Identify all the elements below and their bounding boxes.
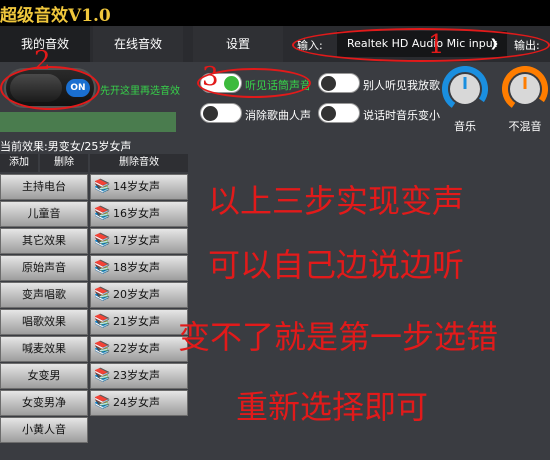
- switch-duck-music-label: 说话时音乐变小: [363, 109, 440, 122]
- category-item[interactable]: 喊麦效果: [0, 336, 88, 362]
- category-list: 主持电台 儿童音 其它效果 原始声音 变声唱歌 唱歌效果 喊麦效果 女变男 女变…: [0, 174, 88, 444]
- tab-online-effects[interactable]: 在线音效: [93, 26, 183, 62]
- book-icon: 📚: [94, 206, 111, 221]
- effect-item-label: 18岁女声: [113, 261, 160, 274]
- music-knob-label: 音乐: [454, 120, 476, 133]
- category-item[interactable]: 原始声音: [0, 255, 88, 281]
- switch-remove-vocals[interactable]: [200, 103, 242, 123]
- book-icon: 📚: [94, 179, 111, 194]
- category-item[interactable]: 变声唱歌: [0, 282, 88, 308]
- book-icon: 📚: [94, 341, 111, 356]
- switch-others-hear-music-label: 别人听见我放歌: [363, 79, 440, 92]
- effect-item[interactable]: 📚 22岁女声: [90, 336, 188, 362]
- book-icon: 📚: [94, 314, 111, 329]
- effect-item-label: 21岁女声: [113, 315, 160, 328]
- app-title: 超级音效V1.0: [0, 6, 111, 26]
- effect-item-label: 20岁女声: [113, 288, 160, 301]
- delete-effect-button[interactable]: 删除音效: [90, 154, 188, 172]
- effect-item-label: 23岁女声: [113, 369, 160, 382]
- category-item[interactable]: 女变男: [0, 363, 88, 389]
- add-button[interactable]: 添加: [0, 154, 38, 172]
- category-item[interactable]: 儿童音: [0, 201, 88, 227]
- annotation-number-2: 2: [34, 46, 51, 76]
- title-bar: 超级音效V1.0: [0, 0, 550, 26]
- effect-item[interactable]: 📚 20岁女声: [90, 282, 188, 308]
- annotation-line-1: 以上三步实现变声: [208, 182, 465, 220]
- switch-others-hear-music[interactable]: [318, 73, 360, 93]
- mix-knob-label: 不混音: [508, 120, 542, 133]
- effect-item[interactable]: 📚 24岁女声: [90, 390, 188, 416]
- effect-item-label: 14岁女声: [113, 180, 160, 193]
- category-item[interactable]: 唱歌效果: [0, 309, 88, 335]
- delete-button[interactable]: 删除: [40, 154, 88, 172]
- annotation-number-1: 1: [428, 30, 445, 60]
- book-icon: 📚: [94, 287, 111, 302]
- effect-item[interactable]: 📚 17岁女声: [90, 228, 188, 254]
- music-volume-knob[interactable]: [442, 66, 488, 112]
- tab-settings[interactable]: 设置: [193, 26, 283, 62]
- current-effect-status: 当前效果:男变女/25岁女声: [0, 140, 132, 153]
- effect-item[interactable]: 📚 14岁女声: [90, 174, 188, 200]
- category-item[interactable]: 主持电台: [0, 174, 88, 200]
- annotation-line-4: 重新选择即可: [236, 388, 429, 426]
- book-icon: 📚: [94, 368, 111, 383]
- effect-item[interactable]: 📚 16岁女声: [90, 201, 188, 227]
- category-item[interactable]: 小黄人音: [0, 417, 88, 443]
- effect-list: 📚 14岁女声 📚 16岁女声 📚 17岁女声 📚 18岁女声 📚 20岁女声 📚 21岁女…: [90, 174, 188, 417]
- annotation-number-3: 3: [202, 62, 219, 92]
- effect-item-label: 24岁女声: [113, 396, 160, 409]
- annotation-oval-input-device: [292, 28, 550, 62]
- category-item[interactable]: 其它效果: [0, 228, 88, 254]
- effect-item[interactable]: 📚 18岁女声: [90, 255, 188, 281]
- switch-duck-music[interactable]: [318, 103, 360, 123]
- level-meter-bar: [0, 112, 176, 132]
- annotation-line-2: 可以自己边说边听: [208, 246, 465, 284]
- book-icon: 📚: [94, 233, 111, 248]
- effect-item-label: 16岁女声: [113, 207, 160, 220]
- effect-item-label: 17岁女声: [113, 234, 160, 247]
- mix-knob[interactable]: [502, 66, 548, 112]
- main-switch-hint: 先开这里再选音效: [100, 86, 180, 97]
- annotation-line-3: 变不了就是第一步选错: [178, 318, 499, 356]
- effect-item[interactable]: 📚 23岁女声: [90, 363, 188, 389]
- book-icon: 📚: [94, 260, 111, 275]
- book-icon: 📚: [94, 395, 111, 410]
- category-item[interactable]: 女变男净: [0, 390, 88, 416]
- switch-remove-vocals-label: 消除歌曲人声: [245, 109, 311, 122]
- effect-item[interactable]: 📚 21岁女声: [90, 309, 188, 335]
- effect-item-label: 22岁女声: [113, 342, 160, 355]
